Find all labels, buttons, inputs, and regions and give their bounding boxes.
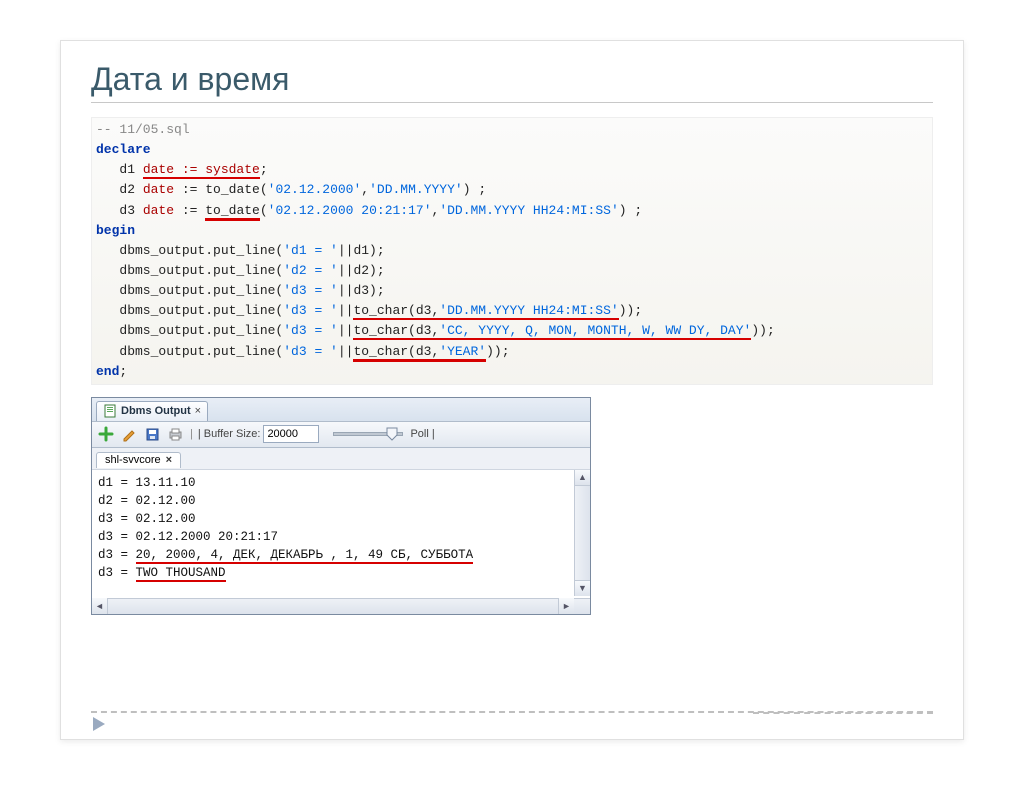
line5-str: 'd3 = '	[283, 323, 338, 338]
next-slide-button[interactable]	[93, 717, 105, 731]
buffer-size-input[interactable]	[263, 425, 319, 443]
panel-tab-row: Dbms Output ×	[92, 398, 590, 422]
connection-tab-label: shl-svvcore	[105, 454, 161, 466]
output-line-2: d2 = 02.12.00	[98, 494, 196, 508]
close-icon[interactable]: ×	[195, 405, 201, 417]
line4-concat: ||	[338, 303, 354, 318]
line1-str: 'd1 = '	[283, 243, 338, 258]
line3-str: 'd3 = '	[283, 283, 338, 298]
poll-label: Poll |	[410, 428, 434, 440]
line6-tail: ));	[486, 344, 509, 359]
output-text: d1 = 13.11.10 d2 = 02.12.00 d3 = 02.12.0…	[92, 470, 590, 596]
horizontal-scrollbar[interactable]: ◄ ►	[92, 598, 590, 614]
panel-toolbar: | | Buffer Size: Poll |	[92, 422, 590, 448]
line4-tochar: to_char(d3,	[353, 303, 439, 320]
line5-fmt: 'CC, YYYY, Q, MON, MONTH, W, WW DY, DAY'	[439, 323, 751, 340]
d2-str2: 'DD.MM.YYYY'	[369, 182, 463, 197]
scroll-left-icon[interactable]: ◄	[92, 598, 108, 614]
end-tail: ;	[119, 364, 127, 379]
dbms-output-panel: Dbms Output × | | Buffer Size:	[91, 397, 591, 615]
scroll-up-icon[interactable]: ▲	[575, 470, 590, 486]
output-area: d1 = 13.11.10 d2 = 02.12.00 d3 = 02.12.0…	[92, 470, 590, 614]
save-button[interactable]	[142, 424, 162, 444]
d3-open: (	[260, 203, 268, 218]
close-connection-icon[interactable]: ×	[166, 454, 172, 466]
var-d2: d2	[119, 182, 142, 197]
print-button[interactable]	[165, 424, 185, 444]
line4-tail: ));	[619, 303, 642, 318]
slide-frame: Дата и время -- 11/05.sql declare d1 dat…	[60, 40, 964, 740]
line4-fmt: 'DD.MM.YYYY HH24:MI:SS'	[439, 303, 618, 320]
edit-button[interactable]	[119, 424, 139, 444]
output-line-1: d1 = 13.11.10	[98, 476, 196, 490]
d2-comma: ,	[361, 182, 369, 197]
line6-tochar: to_char(d3,	[353, 344, 439, 362]
d2-type: date	[143, 182, 174, 197]
footer-divider	[91, 711, 933, 713]
keyword-end: end	[96, 364, 119, 379]
d1-type-expr: date := sysdate	[143, 162, 260, 179]
output-line-3: d3 = 02.12.00	[98, 512, 196, 526]
d3-tail: ) ;	[619, 203, 642, 218]
line4-str: 'd3 = '	[283, 303, 338, 318]
panel-tab-dbms-output[interactable]: Dbms Output ×	[96, 401, 208, 421]
d2-tail: ) ;	[463, 182, 486, 197]
line6-str: 'd3 = '	[283, 344, 338, 359]
line3-call: dbms_output.put_line(	[119, 283, 283, 298]
line2-tail: ||d2);	[338, 263, 385, 278]
line4-call: dbms_output.put_line(	[119, 303, 283, 318]
panel-tab-label: Dbms Output	[121, 405, 191, 417]
line5-concat: ||	[338, 323, 354, 338]
d2-expr: := to_date(	[174, 182, 268, 197]
line1-call: dbms_output.put_line(	[119, 243, 283, 258]
d1-tail: ;	[260, 162, 268, 177]
line2-str: 'd2 = '	[283, 263, 338, 278]
d3-todate: to_date	[205, 203, 260, 221]
output-line-4: d3 = 02.12.2000 20:21:17	[98, 530, 278, 544]
page-title: Дата и время	[91, 61, 933, 98]
line6-concat: ||	[338, 344, 354, 359]
connection-tab-row: shl-svvcore ×	[92, 448, 590, 470]
line5-tail: ));	[751, 323, 774, 338]
keyword-begin: begin	[96, 223, 135, 238]
output-line-6a: d3 =	[98, 566, 136, 580]
poll-slider[interactable]	[333, 432, 403, 436]
line1-tail: ||d1);	[338, 243, 385, 258]
output-line-6b: TWO THOUSAND	[136, 566, 226, 582]
connection-tab[interactable]: shl-svvcore ×	[96, 452, 181, 468]
d3-type: date	[143, 203, 174, 218]
title-divider	[91, 102, 933, 103]
slider-thumb-icon[interactable]	[386, 427, 398, 441]
document-icon	[103, 404, 117, 418]
toolbar-separator: |	[190, 428, 193, 440]
add-button[interactable]	[96, 424, 116, 444]
line5-call: dbms_output.put_line(	[119, 323, 283, 338]
d3-str1: '02.12.2000 20:21:17'	[268, 203, 432, 218]
output-line-5b: 20, 2000, 4, ДЕК, ДЕКАБРЬ , 1, 49 СБ, СУ…	[136, 548, 474, 564]
keyword-declare: declare	[96, 142, 151, 157]
scroll-down-icon[interactable]: ▼	[575, 580, 590, 596]
buffer-size-label: | Buffer Size:	[198, 428, 261, 440]
line6-call: dbms_output.put_line(	[119, 344, 283, 359]
d3-str2: 'DD.MM.YYYY HH24:MI:SS'	[439, 203, 618, 218]
var-d1: d1	[119, 162, 142, 177]
line3-tail: ||d3);	[338, 283, 385, 298]
line6-fmt: 'YEAR'	[439, 344, 486, 362]
scroll-right-icon[interactable]: ►	[558, 598, 574, 614]
d3-assign: :=	[174, 203, 205, 218]
sql-code-block: -- 11/05.sql declare d1 date := sysdate;…	[91, 117, 933, 385]
vertical-scrollbar[interactable]: ▲ ▼	[574, 470, 590, 596]
line2-call: dbms_output.put_line(	[119, 263, 283, 278]
code-comment: -- 11/05.sql	[96, 122, 190, 137]
output-line-5a: d3 =	[98, 548, 136, 562]
d2-str1: '02.12.2000'	[268, 182, 362, 197]
line5-tochar: to_char(d3,	[353, 323, 439, 340]
var-d3: d3	[119, 203, 142, 218]
